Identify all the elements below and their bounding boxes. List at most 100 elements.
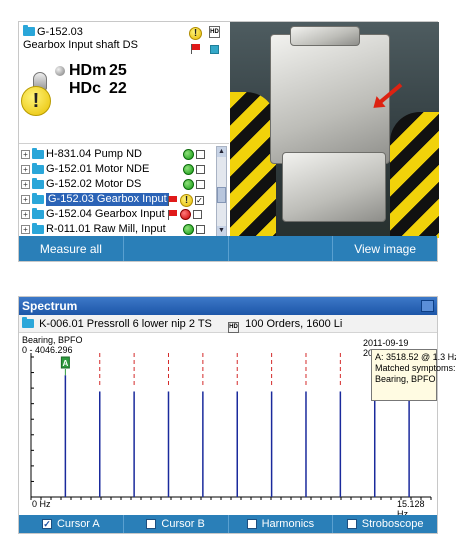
tree-row-label: G-152.01 Motor NDE (46, 163, 150, 175)
folder-icon (32, 178, 44, 189)
hd-values: HDm 25 HDc 22 (55, 62, 127, 98)
alarm-flag-icon (168, 195, 178, 206)
measurement-point-name: K-006.01 Pressroll 6 lower nip 2 TS (39, 318, 212, 330)
alarm-flag-icon (168, 209, 178, 220)
tree-row-status: ! ✓ (168, 194, 204, 207)
hd-document-icon[interactable]: HD (209, 26, 220, 38)
machine-toolbar: Measure all View image (19, 236, 437, 261)
hd-document-icon[interactable]: HD (228, 322, 240, 333)
measurement-point-info: G-152.03 Gearbox Input shaft DS ! HD ! H… (19, 22, 229, 238)
scroll-down-icon[interactable]: ▼ (217, 226, 226, 236)
ok-status-icon (183, 224, 194, 235)
hdm-label: HDm (69, 62, 107, 79)
tree-row-label: G-152.04 Gearbox Input (46, 208, 165, 220)
cursor-a-checkbox[interactable]: ✓ (41, 519, 52, 529)
tree-row[interactable]: + H-831.04 Pump ND (19, 148, 215, 161)
tree-row-status (183, 149, 205, 160)
alarm-flag-icon (191, 44, 201, 54)
tree-row[interactable]: + R-011.01 Raw Mill, Input (19, 223, 215, 236)
asset-name: Gearbox Input shaft DS (23, 39, 138, 51)
stroboscope-toggle[interactable]: Stroboscope (333, 515, 437, 533)
asset-id: G-152.03 (37, 26, 83, 38)
spectrum-title: Spectrum (22, 299, 78, 313)
spectrum-info-bar: K-006.01 Pressroll 6 lower nip 2 TS HD 1… (19, 315, 437, 333)
expand-icon[interactable]: + (21, 180, 30, 189)
status-icons: ! HD (189, 26, 225, 56)
ok-status-icon (183, 164, 194, 175)
harmonics-label: Harmonics (261, 518, 315, 530)
folder-icon (32, 163, 44, 174)
stroboscope-label: Stroboscope (361, 518, 424, 530)
spectrum-panel: Spectrum K-006.01 Pressroll 6 lower nip … (18, 296, 456, 534)
tree-row[interactable]: + G-152.03 Gearbox Input! ✓ (19, 193, 215, 207)
tooltip-symptom: Bearing, BPFO (375, 374, 436, 384)
view-image-button[interactable]: View image (333, 236, 437, 261)
machine-view-panel: G-152.03 Gearbox Input shaft DS ! HD ! H… (18, 21, 439, 262)
cursor-b-toggle[interactable]: Cursor B (124, 515, 229, 533)
toolbar-button-3[interactable] (229, 236, 334, 261)
tooltip-heading: Matched symptoms: (375, 363, 456, 373)
alarm-status-icon (180, 209, 191, 220)
tree-row[interactable]: + G-152.01 Motor NDE (19, 163, 215, 176)
measure-all-button[interactable]: Measure all (19, 236, 124, 261)
gearbox-top (290, 26, 360, 46)
cursor-b-checkbox[interactable] (146, 519, 157, 529)
tree-row-checkbox[interactable] (196, 180, 205, 189)
ok-status-icon (183, 179, 194, 190)
expand-icon[interactable]: + (21, 195, 30, 204)
gearbox-base (282, 152, 386, 222)
large-warning-icon: ! (21, 86, 51, 116)
measurement-spec: 100 Orders, 1600 Li (245, 318, 343, 330)
expand-icon[interactable]: + (21, 225, 30, 234)
tree-row-status (183, 179, 205, 190)
tree-row-status (183, 224, 205, 235)
folder-icon (32, 148, 44, 159)
stroboscope-checkbox[interactable] (346, 519, 357, 529)
hdm-indicator-icon (55, 66, 65, 76)
tree-row-label: H-831.04 Pump ND (46, 148, 142, 160)
x-axis-start-label: 0 Hz (32, 499, 51, 509)
folder-icon (32, 193, 44, 204)
asset-tree[interactable]: + H-831.04 Pump ND + G-152.01 Motor NDE + G-1… (19, 143, 229, 238)
scroll-up-icon[interactable]: ▲ (217, 147, 226, 157)
ok-status-icon (183, 149, 194, 160)
tree-row-checkbox[interactable]: ✓ (195, 196, 204, 205)
folder-icon (32, 223, 44, 234)
expand-icon[interactable]: + (21, 165, 30, 174)
status-square-icon (210, 45, 219, 54)
tooltip-cursor-value: A: 3518.52 @ 1.3 Hz (375, 352, 456, 362)
cursor-a-toggle[interactable]: ✓ Cursor A (19, 515, 124, 533)
hdc-value: 22 (109, 80, 127, 97)
right-guard-stripes (390, 112, 439, 238)
cursor-b-label: Cursor B (161, 518, 205, 530)
harmonics-toggle[interactable]: Harmonics (229, 515, 334, 533)
warning-icon: ! (180, 194, 193, 207)
folder-icon (32, 208, 44, 219)
tree-row-label: G-152.02 Motor DS (46, 178, 142, 190)
tree-row[interactable]: + G-152.02 Motor DS (19, 178, 215, 191)
scroll-thumb[interactable] (217, 187, 226, 203)
warning-icon: ! (189, 27, 202, 40)
maximize-button[interactable] (421, 300, 434, 312)
cursor-a-label: A (62, 359, 68, 368)
tree-row-label: R-011.01 Raw Mill, Input (46, 223, 166, 235)
hdm-value: 25 (109, 62, 127, 79)
spectrum-toolbar: ✓ Cursor A Cursor B Harmonics Stroboscop… (19, 515, 437, 533)
toolbar-button-2[interactable] (124, 236, 229, 261)
folder-icon (22, 317, 34, 328)
tree-row-checkbox[interactable] (193, 210, 202, 219)
tree-scrollbar[interactable]: ▲ ▼ (216, 146, 227, 237)
machine-photo (230, 22, 439, 238)
tree-row-checkbox[interactable] (196, 150, 205, 159)
tree-row-status (168, 209, 202, 220)
tree-row-checkbox[interactable] (196, 225, 205, 234)
expand-icon[interactable]: + (21, 150, 30, 159)
harmonics-checkbox[interactable] (246, 519, 257, 529)
tree-row-status (183, 164, 205, 175)
hdc-label: HDc (69, 80, 102, 97)
expand-icon[interactable]: + (21, 210, 30, 219)
spectrum-title-bar: Spectrum (19, 297, 437, 315)
tree-row[interactable]: + G-152.04 Gearbox Input (19, 208, 215, 221)
tree-row-checkbox[interactable] (196, 165, 205, 174)
folder-icon (23, 25, 35, 36)
